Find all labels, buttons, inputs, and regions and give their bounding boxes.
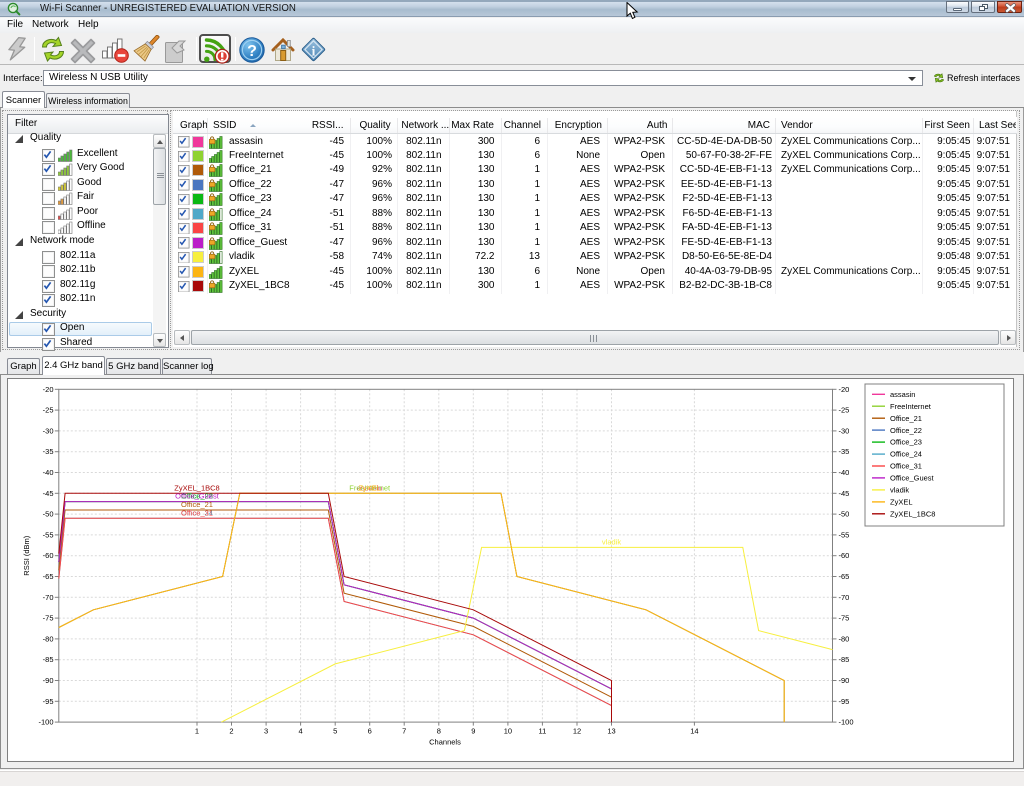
svg-text:-70: -70	[839, 593, 850, 602]
svg-text:-65: -65	[43, 572, 54, 581]
svg-text:-20: -20	[43, 385, 54, 394]
svg-text:-55: -55	[43, 530, 54, 539]
svg-text:3: 3	[264, 727, 268, 736]
svg-text:-45: -45	[43, 489, 54, 498]
svg-text:8: 8	[437, 727, 441, 736]
svg-text:Office_31: Office_31	[890, 462, 922, 471]
svg-text:Channels: Channels	[429, 738, 461, 747]
svg-text:9: 9	[471, 727, 475, 736]
svg-text:-100: -100	[38, 718, 53, 727]
svg-text:-60: -60	[839, 551, 850, 560]
svg-text:-55: -55	[839, 530, 850, 539]
svg-text:-25: -25	[839, 406, 850, 415]
svg-text:-95: -95	[839, 697, 850, 706]
svg-text:-40: -40	[43, 468, 54, 477]
svg-text:FreeInternet: FreeInternet	[890, 402, 932, 411]
svg-text:vladik: vladik	[602, 537, 621, 546]
svg-text:2: 2	[229, 727, 233, 736]
svg-text:13: 13	[607, 727, 615, 736]
svg-text:vladik: vladik	[890, 486, 909, 495]
svg-text:ZyXEL: ZyXEL	[358, 483, 381, 492]
svg-text:-30: -30	[43, 426, 54, 435]
svg-text:7: 7	[402, 727, 406, 736]
svg-text:Office_31: Office_31	[181, 508, 213, 517]
svg-text:-80: -80	[839, 634, 850, 643]
svg-text:RSSI (dBm): RSSI (dBm)	[22, 535, 31, 576]
svg-text:-85: -85	[43, 655, 54, 664]
svg-text:Office_24: Office_24	[890, 450, 922, 459]
svg-text:-95: -95	[43, 697, 54, 706]
svg-text:-80: -80	[43, 634, 54, 643]
svg-text:-75: -75	[43, 614, 54, 623]
svg-text:11: 11	[539, 727, 547, 736]
svg-text:12: 12	[573, 727, 581, 736]
svg-text:Office_21: Office_21	[890, 414, 922, 423]
svg-text:assasin: assasin	[890, 390, 915, 399]
svg-text:ZyXEL_1BC8: ZyXEL_1BC8	[890, 509, 935, 518]
svg-text:-70: -70	[43, 593, 54, 602]
svg-text:-100: -100	[839, 718, 854, 727]
svg-text:-25: -25	[43, 406, 54, 415]
svg-text:-20: -20	[839, 385, 850, 394]
svg-text:ZyXEL_1BC8: ZyXEL_1BC8	[174, 483, 219, 492]
svg-text:6: 6	[368, 727, 372, 736]
svg-text:-40: -40	[839, 468, 850, 477]
svg-text:Office_22: Office_22	[890, 426, 922, 435]
svg-text:Office_Guest: Office_Guest	[890, 474, 935, 483]
svg-text:-45: -45	[839, 489, 850, 498]
svg-text:5: 5	[333, 727, 337, 736]
svg-text:-50: -50	[839, 510, 850, 519]
svg-text:Office_23: Office_23	[890, 438, 922, 447]
svg-text:-85: -85	[839, 655, 850, 664]
svg-text:10: 10	[504, 727, 512, 736]
svg-text:-75: -75	[839, 614, 850, 623]
svg-text:4: 4	[299, 727, 303, 736]
svg-text:ZyXEL: ZyXEL	[890, 498, 913, 507]
svg-text:1: 1	[195, 727, 199, 736]
svg-text:-35: -35	[839, 447, 850, 456]
svg-text:14: 14	[690, 727, 698, 736]
svg-text:-35: -35	[43, 447, 54, 456]
svg-text:-30: -30	[839, 426, 850, 435]
svg-text:-90: -90	[839, 676, 850, 685]
svg-text:-50: -50	[43, 510, 54, 519]
svg-text:-90: -90	[43, 676, 54, 685]
svg-text:Office_Guest: Office_Guest	[175, 492, 220, 501]
svg-text:-65: -65	[839, 572, 850, 581]
svg-text:-60: -60	[43, 551, 54, 560]
